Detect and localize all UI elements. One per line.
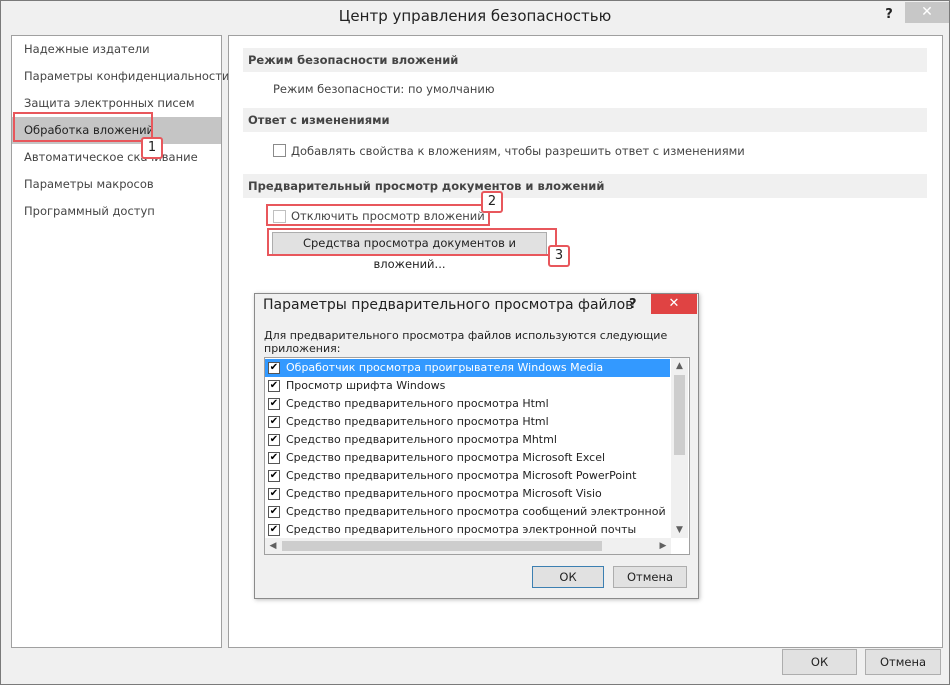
ok-button[interactable]: ОК [782,649,857,675]
close-icon[interactable]: ✕ [905,2,949,23]
checkbox-checked-icon[interactable]: ✔ [268,380,280,392]
checkbox-checked-icon[interactable]: ✔ [268,470,280,482]
sidebar-item-automatic-download[interactable]: Автоматическое скачивание [12,144,221,171]
scroll-right-icon[interactable]: ▶ [655,538,671,554]
list-item[interactable]: ✔ Средство предварительного просмотра соо… [265,503,670,521]
sidebar-item-trusted-publishers[interactable]: Надежные издатели [12,36,221,63]
help-icon[interactable]: ? [879,5,899,25]
badge-1: 1 [141,137,163,159]
dialog-close-icon[interactable]: ✕ [651,294,697,314]
checkbox-checked-icon[interactable]: ✔ [268,488,280,500]
list-item[interactable]: ✔ Средство предварительного просмотра Mic… [265,485,670,503]
checkbox-checked-icon[interactable]: ✔ [268,452,280,464]
checkbox-checked-icon[interactable]: ✔ [268,416,280,428]
list-item[interactable]: ✔ Средство предварительного просмотра Htm… [265,413,670,431]
list-item[interactable]: ✔ Средство предварительного просмотра эле… [265,521,670,539]
window-title: Центр управления безопасностью [338,7,612,25]
checkbox-checked-icon[interactable]: ✔ [268,524,280,536]
dialog-cancel-button[interactable]: Отмена [613,566,687,588]
scroll-thumb[interactable] [282,541,602,551]
scroll-thumb[interactable] [674,375,685,455]
add-properties-label: Добавлять свойства к вложениям, чтобы ра… [291,144,745,158]
dialog-title: Параметры предварительного просмотра фай… [263,297,634,313]
badge-2: 2 [481,191,503,213]
list-item[interactable]: ✔ Средство предварительного просмотра Mic… [265,449,670,467]
highlight-box-1 [13,112,153,142]
security-mode-text: Режим безопасности: по умолчанию [273,82,495,96]
list-item[interactable]: ✔ Средство предварительного просмотра Mic… [265,467,670,485]
highlight-box-2 [266,204,490,226]
section-header-preview: Предварительный просмотр документов и вл… [243,174,927,198]
add-properties-checkbox[interactable] [273,144,286,157]
scroll-down-icon[interactable]: ▼ [671,522,688,538]
dialog-help-icon[interactable]: ? [629,297,637,312]
dialog-ok-button[interactable]: ОК [532,566,604,588]
file-preview-dialog: Параметры предварительного просмотра фай… [254,293,699,599]
list-item[interactable]: ✔ Средство предварительного просмотра Mht… [265,431,670,449]
previewer-list: ✔ Обработчик просмотра проигрывателя Wind… [264,357,690,555]
sidebar-item-macro-settings[interactable]: Параметры макросов [12,171,221,198]
list-item[interactable]: ✔ Обработчик просмотра проигрывателя Wind… [265,359,670,377]
section-header-attachment-security: Режим безопасности вложений [243,48,927,72]
scroll-up-icon[interactable]: ▲ [671,358,688,374]
cancel-button[interactable]: Отмена [865,649,941,675]
sidebar-item-privacy-options[interactable]: Параметры конфиденциальности [12,63,229,90]
dialog-description: Для предварительного просмотра файлов ис… [264,329,668,355]
horizontal-scrollbar[interactable]: ◀ ▶ [265,538,671,554]
checkbox-checked-icon[interactable]: ✔ [268,434,280,446]
title-bar: Центр управления безопасностью ? ✕ [1,1,949,31]
checkbox-checked-icon[interactable]: ✔ [268,506,280,518]
list-item[interactable]: ✔ Средство предварительного просмотра Htm… [265,395,670,413]
badge-3: 3 [548,245,570,267]
highlight-box-3 [267,228,557,256]
checkbox-checked-icon[interactable]: ✔ [268,362,280,374]
list-item[interactable]: ✔ Просмотр шрифта Windows [265,377,670,395]
sidebar-item-programmatic-access[interactable]: Программный доступ [12,198,221,225]
vertical-scrollbar[interactable]: ▲ ▼ [671,358,688,538]
section-header-reply-with-changes: Ответ с изменениями [243,108,927,132]
checkbox-checked-icon[interactable]: ✔ [268,398,280,410]
scroll-left-icon[interactable]: ◀ [265,538,281,554]
